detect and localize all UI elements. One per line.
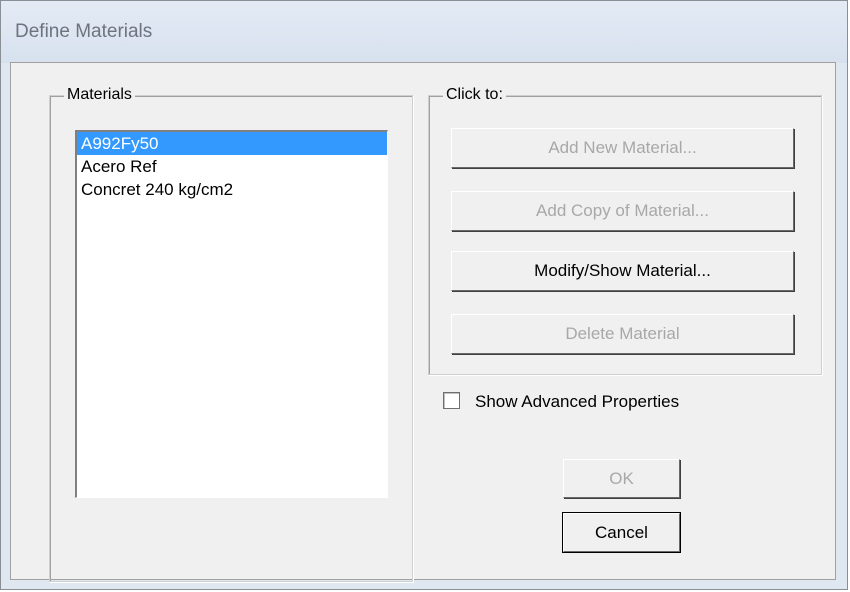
cancel-button[interactable]: Cancel [562, 512, 681, 553]
material-list-item[interactable]: A992Fy50 [77, 132, 387, 155]
add-copy-of-material-button[interactable]: Add Copy of Material... [451, 191, 794, 231]
ok-button[interactable]: OK [563, 459, 680, 498]
title-bar[interactable]: Define Materials [1, 1, 847, 63]
show-advanced-properties-label[interactable]: Show Advanced Properties [475, 389, 679, 415]
materials-listbox[interactable]: A992Fy50 Acero Ref Concret 240 kg/cm2 [75, 130, 388, 498]
material-list-item[interactable]: Concret 240 kg/cm2 [77, 178, 387, 201]
show-advanced-properties-checkbox[interactable] [443, 392, 460, 409]
delete-material-button[interactable]: Delete Material [451, 314, 794, 354]
material-list-item[interactable]: Acero Ref [77, 155, 387, 178]
modify-show-material-button[interactable]: Modify/Show Material... [451, 251, 794, 291]
add-new-material-button[interactable]: Add New Material... [451, 128, 794, 168]
window-title: Define Materials [15, 21, 153, 42]
materials-group-label: Materials [64, 85, 135, 105]
click-to-group-label: Click to: [443, 85, 506, 105]
